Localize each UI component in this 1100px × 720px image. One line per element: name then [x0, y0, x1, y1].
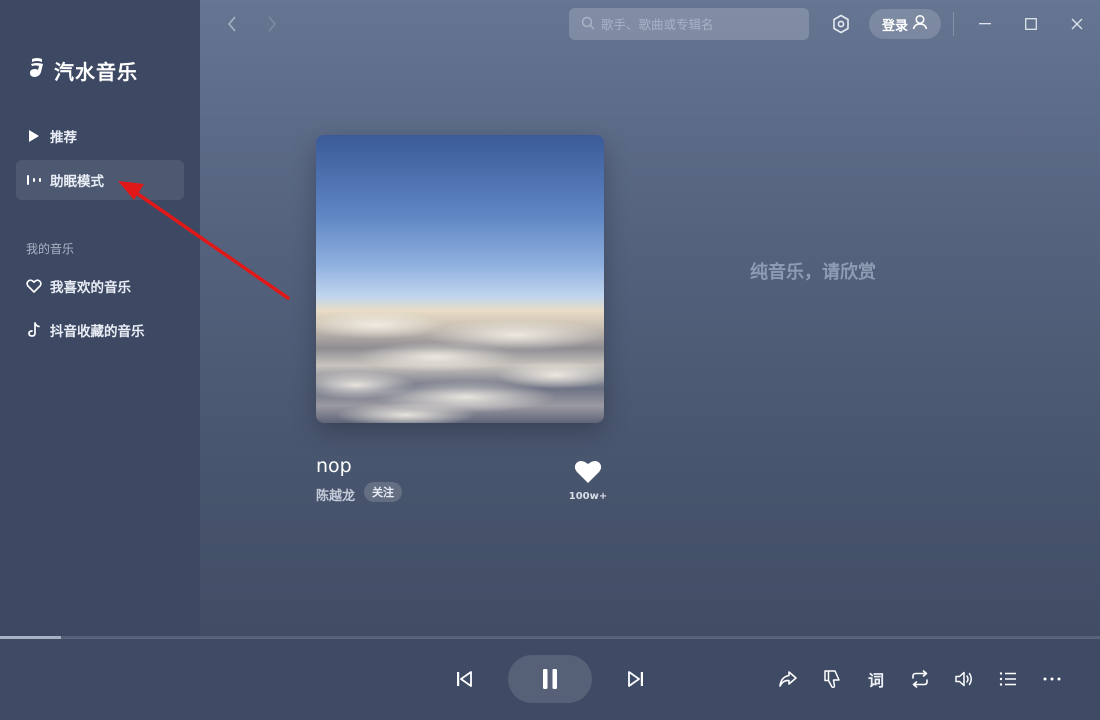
sidebar-item-label: 我喜欢的音乐: [50, 280, 131, 296]
section-label-my-music: 我的音乐: [26, 242, 75, 256]
app-name: 汽水音乐: [54, 59, 138, 84]
next-button[interactable]: [623, 666, 649, 692]
like-count: 100w+: [568, 491, 608, 502]
heart-outline-icon: [26, 278, 42, 294]
login-button[interactable]: 登录: [869, 9, 941, 39]
search-icon: [581, 15, 595, 34]
follow-button[interactable]: 关注: [364, 482, 402, 502]
settings-button[interactable]: [830, 13, 852, 35]
close-button[interactable]: [1067, 14, 1087, 34]
pause-button[interactable]: [508, 655, 592, 703]
more-dots-icon: [1043, 677, 1061, 681]
sleep-wave-icon: [26, 172, 42, 188]
song-title: nop: [316, 455, 352, 477]
share-icon: [779, 671, 797, 687]
maximize-button[interactable]: [1021, 14, 1041, 34]
sidebar-item-recommend[interactable]: 推荐: [16, 116, 184, 156]
user-icon: [912, 14, 928, 34]
topbar-divider: [953, 12, 954, 36]
forward-button[interactable]: [262, 14, 282, 34]
previous-icon: [457, 671, 472, 687]
sidebar-item-label: 助眠模式: [50, 174, 104, 190]
share-button[interactable]: [775, 666, 801, 692]
sidebar: 汽水音乐 推荐 助眠模式 我的音乐 我喜欢的音乐 抖音收藏的音乐: [0, 0, 200, 638]
thumbs-down-icon: [824, 670, 840, 689]
volume-icon: [955, 671, 972, 687]
lyric-placeholder: 纯音乐，请欣赏: [750, 262, 876, 283]
loop-button[interactable]: [907, 666, 933, 692]
like-button[interactable]: [572, 456, 604, 486]
app-logo[interactable]: 汽水音乐: [26, 56, 138, 84]
previous-button[interactable]: [451, 666, 477, 692]
sidebar-item-douyin-music[interactable]: 抖音收藏的音乐: [16, 310, 184, 350]
dislike-button[interactable]: [819, 666, 845, 692]
more-button[interactable]: [1039, 666, 1065, 692]
repeat-icon: [912, 670, 928, 688]
play-icon: [26, 128, 42, 144]
settings-hex-icon: [833, 14, 849, 34]
douyin-icon: [26, 322, 42, 338]
search-box[interactable]: [569, 8, 809, 40]
playlist-button[interactable]: [995, 666, 1021, 692]
main-panel: 登录 nop 陈越龙 关注: [200, 0, 1100, 638]
playlist-icon: [999, 672, 1016, 686]
sidebar-item-liked-music[interactable]: 我喜欢的音乐: [16, 266, 184, 306]
album-cover[interactable]: [316, 135, 604, 423]
login-label: 登录: [881, 18, 908, 34]
minimize-button[interactable]: [975, 14, 995, 34]
sidebar-item-label: 推荐: [50, 130, 77, 146]
heart-filled-icon: [574, 460, 602, 483]
search-input[interactable]: [601, 16, 801, 32]
logo-icon: [26, 56, 48, 84]
sidebar-item-sleep-mode[interactable]: 助眠模式: [16, 160, 184, 200]
volume-button[interactable]: [951, 666, 977, 692]
sidebar-item-label: 抖音收藏的音乐: [50, 324, 145, 340]
next-icon: [628, 671, 643, 687]
cover-clouds-image: [316, 311, 604, 423]
back-button[interactable]: [222, 14, 242, 34]
artist-name[interactable]: 陈越龙: [316, 485, 355, 504]
player-bar: 词: [0, 639, 1100, 720]
lyrics-button[interactable]: 词: [863, 666, 889, 692]
pause-icon: [543, 669, 557, 689]
